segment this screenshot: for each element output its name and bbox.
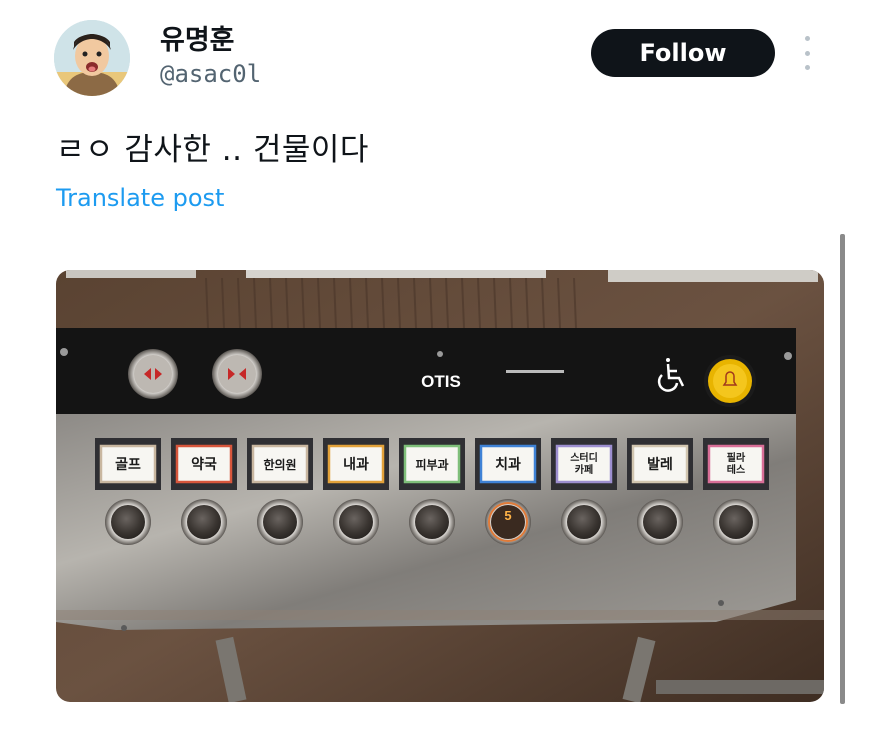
- floor-button: [561, 499, 607, 545]
- more-dot: [804, 50, 810, 56]
- floor-button: [713, 499, 759, 545]
- floor-label-text: 한의원: [263, 457, 296, 472]
- floor-label-text: 발레: [647, 456, 673, 473]
- floor-label-text: 스터디: [570, 451, 598, 464]
- floor-label-text: 골프: [115, 457, 141, 473]
- user-handle[interactable]: @asac0l: [160, 60, 261, 88]
- floor-label: 발레: [627, 438, 693, 490]
- translate-post-link[interactable]: Translate post: [56, 184, 224, 212]
- floor-button: [409, 499, 455, 545]
- floor-button: [105, 499, 151, 545]
- post-text: ㄹㅇ 감사한 .. 건물이다: [56, 132, 369, 168]
- elevator-panel-image: OTIS 골프 약국 한의원 내과 피부과 치과 스터디카페 발레 필라테스 5: [56, 270, 824, 702]
- follow-button[interactable]: Follow: [591, 29, 775, 77]
- display-name[interactable]: 유명훈: [160, 18, 235, 57]
- floor-label: 약국: [171, 438, 237, 490]
- lit-floor-number: 5: [504, 508, 511, 523]
- floor-label-text: 내과: [343, 457, 369, 473]
- avatar[interactable]: [54, 20, 130, 96]
- floor-label: 스터디카페: [551, 438, 617, 490]
- floor-button: [333, 499, 379, 545]
- floor-label: 내과: [323, 438, 389, 490]
- scrollbar[interactable]: [840, 234, 845, 704]
- floor-label: 골프: [95, 438, 161, 490]
- brand-logo: OTIS: [421, 372, 461, 391]
- floor-label-text: 필라: [727, 451, 746, 464]
- floor-button: [257, 499, 303, 545]
- floor-label: 한의원: [247, 438, 313, 490]
- floor-label: 피부과: [399, 438, 465, 490]
- more-dot: [804, 36, 810, 41]
- floor-label: 치과: [475, 438, 541, 490]
- floor-button: [637, 499, 683, 545]
- floor-label: 필라테스: [703, 438, 769, 490]
- floor-label-text: 테스: [727, 463, 745, 476]
- floor-button: [181, 499, 227, 545]
- post-photo[interactable]: OTIS 골프 약국 한의원 내과 피부과 치과 스터디 카페 발레 필라 테스 5: [56, 270, 824, 702]
- floor-label-text: 치과: [495, 457, 521, 473]
- cartoon-avatar-icon: [54, 20, 130, 96]
- more-dot: [804, 65, 810, 70]
- floor-label-text: 카페: [575, 463, 593, 476]
- floor-label-text: 피부과: [415, 457, 448, 472]
- floor-label-text: 약국: [191, 456, 217, 473]
- more-vertical-icon[interactable]: [797, 36, 817, 70]
